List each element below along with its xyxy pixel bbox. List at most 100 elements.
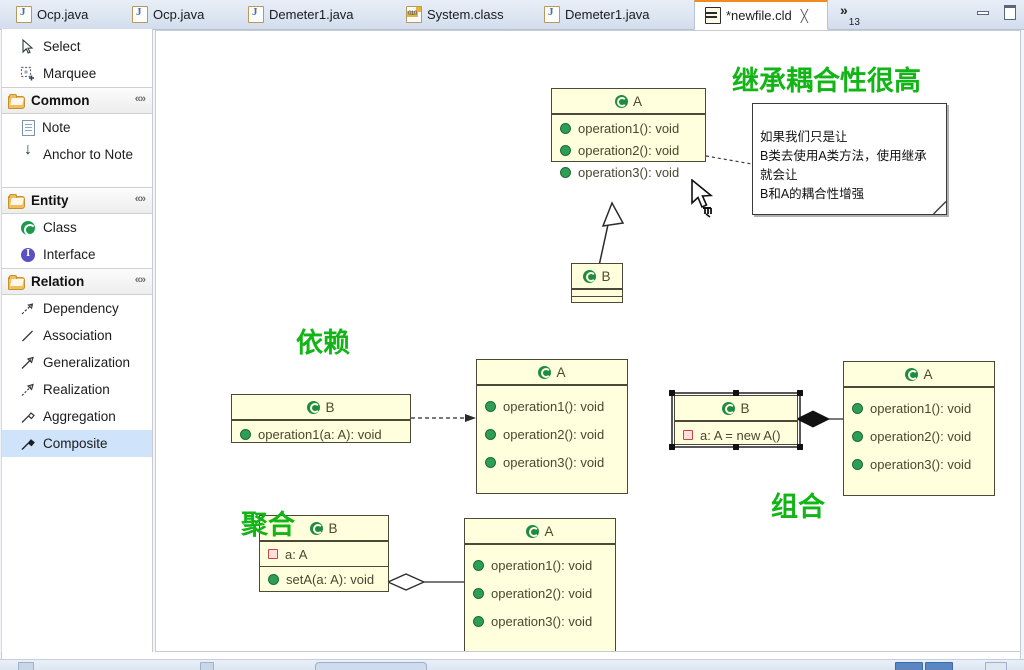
palette-item-class[interactable]: Class	[2, 214, 152, 241]
uml-class-header: A	[552, 89, 705, 115]
uml-member-row[interactable]: operation3(): void	[477, 448, 627, 476]
uml-class-agg-a[interactable]: A operation1(): void operation2(): void …	[464, 518, 616, 651]
private-member-icon	[268, 549, 278, 559]
uml-class-inherit-b[interactable]: B	[571, 263, 623, 303]
palette-item-interface[interactable]: Interface	[2, 241, 152, 268]
public-member-icon	[268, 573, 279, 585]
uml-operations-compartment: operation1(): void operation2(): void op…	[477, 386, 627, 478]
uml-class-comp-b[interactable]: B a: A = new A()	[674, 395, 798, 445]
note-icon	[22, 119, 35, 136]
editor-tab-bar: Ocp.java Ocp.java Demeter1.java System.c…	[0, 0, 1024, 30]
uml-member-row[interactable]: operation2(): void	[552, 139, 705, 161]
os-taskbar[interactable]	[0, 659, 1024, 670]
palette-item-label: Generalization	[43, 355, 131, 370]
editor-tab-ocp-java-2[interactable]: Ocp.java	[122, 0, 226, 29]
uml-member-row[interactable]: operation3(): void	[844, 450, 994, 478]
editor-tab-label: Ocp.java	[37, 7, 89, 22]
uml-class-dep-a[interactable]: A operation1(): void operation2(): void …	[476, 359, 628, 494]
editor-tab-label: System.class	[427, 7, 504, 22]
uml-member-row[interactable]: operation1(): void	[552, 117, 705, 139]
dependency-arrow-icon	[20, 301, 36, 317]
editor-tab-demeter1-java-2[interactable]: Demeter1.java	[534, 0, 684, 29]
collapse-icon[interactable]: «»	[135, 193, 146, 205]
editor-tab-newfile-cld[interactable]: *newfile.cld ╳	[694, 0, 828, 30]
palette-tool-select[interactable]: Select	[2, 33, 152, 60]
editor-tab-system-class[interactable]: System.class	[396, 0, 536, 29]
java-file-icon	[132, 6, 148, 23]
uml-class-inherit-a[interactable]: A operation1(): void operation2(): void …	[551, 88, 706, 180]
maximize-icon[interactable]	[1003, 5, 1016, 20]
aggregation-diamond-icon	[20, 409, 36, 425]
tab-overflow-button[interactable]: » 13	[832, 0, 868, 31]
public-member-icon	[485, 428, 496, 440]
uml-member-label: operation3(): void	[870, 456, 972, 472]
diagram-canvas[interactable]: A operation1(): void operation2(): void …	[155, 30, 1021, 652]
uml-operations-compartment: setA(a: A): void	[260, 567, 388, 591]
minimize-icon[interactable]	[976, 5, 989, 17]
class-file-icon	[406, 6, 422, 23]
palette-item-generalization[interactable]: Generalization	[2, 349, 152, 376]
uml-member-row[interactable]: a: A = new A()	[675, 424, 797, 446]
palette-item-realization[interactable]: Realization	[2, 376, 152, 403]
mouse-cursor	[690, 178, 724, 224]
class-icon	[21, 220, 36, 236]
folder-icon	[8, 193, 25, 209]
uml-member-row[interactable]: operation1(a: A): void	[232, 423, 410, 445]
collapse-icon[interactable]: «»	[135, 274, 146, 286]
public-member-icon	[485, 456, 496, 468]
editor-tab-ocp-java-1[interactable]: Ocp.java	[6, 0, 110, 29]
public-member-icon	[240, 428, 251, 440]
uml-class-comp-a[interactable]: A operation1(): void operation2(): void …	[843, 361, 995, 496]
uml-member-row[interactable]: a: A	[260, 543, 388, 565]
uml-class-name: B	[601, 268, 611, 284]
public-member-icon	[560, 166, 571, 178]
uml-member-row[interactable]: operation3(): void	[552, 161, 705, 183]
editor-tab-demeter1-java-1[interactable]: Demeter1.java	[238, 0, 388, 29]
uml-member-row[interactable]: operation2(): void	[465, 579, 615, 607]
note-fold-icon	[933, 201, 946, 214]
public-member-icon	[852, 430, 863, 442]
palette-item-note[interactable]: Note	[2, 114, 152, 141]
palette-item-anchor-to-note[interactable]: Anchor to Note	[2, 141, 152, 187]
taskbar-active-item[interactable]	[315, 662, 427, 670]
taskbar-item[interactable]	[200, 662, 214, 670]
palette-item-composite[interactable]: Composite	[2, 430, 152, 457]
uml-member-label: a: A = new A()	[700, 427, 781, 443]
palette-item-aggregation[interactable]: Aggregation	[2, 403, 152, 430]
class-icon	[614, 94, 628, 108]
generalization-arrow-icon	[20, 355, 36, 371]
editor-tab-label: Demeter1.java	[269, 7, 354, 22]
taskbar-show-desktop[interactable]	[985, 662, 1007, 670]
uml-member-label: operation1(a: A): void	[258, 426, 382, 442]
palette-tool-marquee[interactable]: Marquee	[2, 60, 152, 87]
uml-member-row[interactable]: operation1(): void	[477, 392, 627, 420]
taskbar-item[interactable]	[18, 662, 34, 670]
uml-member-row[interactable]: operation1(): void	[844, 394, 994, 422]
uml-member-row[interactable]: operation2(): void	[844, 422, 994, 450]
palette-group-common[interactable]: Common «»	[2, 87, 152, 114]
taskbar-tray-icon[interactable]	[895, 662, 923, 670]
uml-member-row[interactable]: setA(a: A): void	[260, 568, 388, 590]
uml-member-row[interactable]: operation1(): void	[465, 551, 615, 579]
palette-group-entity[interactable]: Entity «»	[2, 187, 152, 214]
collapse-icon[interactable]: «»	[135, 93, 146, 105]
palette-item-dependency[interactable]: Dependency	[2, 295, 152, 322]
uml-member-label: operation2(): void	[503, 426, 605, 442]
uml-class-dep-b[interactable]: B operation1(a: A): void	[231, 394, 411, 443]
close-icon[interactable]: ╳	[801, 9, 808, 23]
taskbar-tray-icon[interactable]	[925, 662, 953, 670]
palette-item-association[interactable]: Association	[2, 322, 152, 349]
uml-class-name: A	[632, 93, 642, 109]
class-icon	[310, 521, 324, 535]
uml-operations-compartment: operation1(a: A): void	[232, 421, 410, 447]
uml-member-row[interactable]: operation3(): void	[465, 607, 615, 635]
uml-member-row[interactable]: operation2(): void	[477, 420, 627, 448]
uml-note-text: 如果我们只是让 B类去使用A类方法，使用继承就会让 B和A的耦合性增强	[760, 130, 927, 201]
palette-group-relation[interactable]: Relation «»	[2, 268, 152, 295]
class-icon	[905, 367, 919, 381]
java-file-icon	[16, 6, 32, 23]
uml-note[interactable]: 如果我们只是让 B类去使用A类方法，使用继承就会让 B和A的耦合性增强	[752, 103, 947, 215]
java-file-icon	[248, 6, 264, 23]
palette-item-label: Note	[42, 120, 71, 135]
uml-attributes-compartment	[572, 288, 622, 296]
